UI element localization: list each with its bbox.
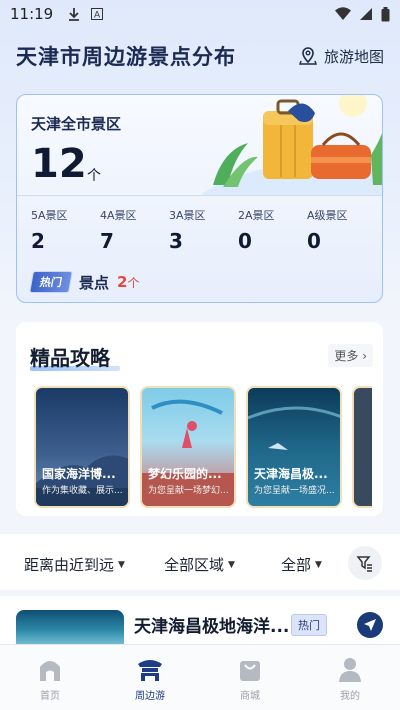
guide-card[interactable]: 天津海昌极... 为您呈献一场盛况... [246, 386, 342, 508]
hot-badge: 热门 [291, 614, 327, 636]
grade-2a[interactable]: 2A景区 0 [238, 207, 307, 253]
download-icon [69, 8, 80, 21]
navigation-arrow-icon [364, 619, 376, 631]
distance-sort-label: 距离由近到远 [24, 556, 115, 574]
home-icon [40, 661, 60, 681]
guide-title: 梦幻乐园的... [148, 467, 222, 481]
tab-home[interactable]: 首页 [0, 645, 100, 710]
grade-value: 0 [238, 229, 252, 253]
wifi-icon [335, 7, 351, 20]
shopping-bag-icon [240, 661, 260, 681]
navigate-button[interactable] [357, 612, 383, 638]
travel-map-link[interactable]: 旅游地图 [298, 46, 384, 67]
tab-label: 周边游 [135, 691, 165, 702]
bottom-tab-bar: 首页 周边游 商城 我的 [0, 644, 400, 710]
grade-3a[interactable]: 3A景区 3 [169, 207, 238, 253]
guide-card[interactable]: 国家海洋博... 作为集收藏、展示... [34, 386, 130, 508]
grade-value: 0 [307, 229, 321, 253]
filter-icon [356, 556, 372, 572]
grade-label: 2A景区 [238, 209, 275, 222]
filter-bar: 距离由近到远 ▼ 全部区域 ▼ 全部 ▼ [0, 534, 400, 590]
grade-label: 4A景区 [100, 209, 137, 222]
grade-value: 2 [31, 229, 45, 253]
hot-spots-row[interactable]: 热门 景点 2 个 [29, 271, 140, 293]
grade-label: A级景区 [307, 209, 348, 222]
grade-a[interactable]: A级景区 0 [307, 207, 376, 253]
tab-label: 我的 [340, 691, 360, 702]
app-notification-icon: A [91, 8, 104, 21]
guide-list: 国家海洋博... 作为集收藏、展示... 梦幻乐园的... 为您呈献一场梦幻..… [34, 386, 372, 508]
hot-badge: 热门 [29, 271, 73, 293]
summary-label: 天津全市景区 [31, 115, 122, 133]
grade-5a[interactable]: 5A景区 2 [31, 207, 100, 253]
guide-subtitle: 为您呈献一场梦幻... [148, 486, 229, 496]
type-label: 全部 [281, 556, 312, 574]
svg-text:A: A [94, 11, 101, 21]
distance-sort-dropdown[interactable]: 距离由近到远 ▼ [24, 554, 125, 575]
guide-subtitle: 作为集收藏、展示... [42, 486, 123, 496]
attraction-list-item[interactable]: 天津海昌极地海洋... 热门 [0, 596, 400, 644]
featured-guides-card: 精品攻略 更多 › 国家海洋博... 作为集收藏、展示... 梦幻乐园的... … [16, 322, 383, 516]
tab-label: 首页 [40, 691, 60, 702]
page-title: 天津市周边游景点分布 [16, 45, 236, 69]
guides-title: 精品攻略 [30, 346, 110, 370]
caret-down-icon: ▼ [118, 559, 125, 570]
more-label: 更多 [334, 349, 359, 363]
scenic-summary-card: 天津全市景区 12 个 5A景区 2 4A景区 7 3A景区 3 2A景区 0 … [16, 94, 383, 303]
region-label: 全部区域 [164, 556, 225, 574]
attraction-title: 天津海昌极地海洋... [134, 617, 290, 637]
person-icon [339, 658, 361, 682]
grade-4a[interactable]: 4A景区 7 [100, 207, 169, 253]
more-guides-button[interactable]: 更多 › [328, 344, 373, 367]
guide-card-partial[interactable] [352, 386, 372, 508]
status-bar: 11:19 A [0, 0, 400, 28]
tab-nearby-travel[interactable]: 周边游 [100, 645, 200, 710]
grade-value: 3 [169, 229, 183, 253]
tab-profile[interactable]: 我的 [300, 645, 400, 710]
luggage-illustration [203, 95, 382, 195]
hot-unit: 个 [127, 275, 140, 290]
guide-title: 天津海昌极... [254, 467, 328, 481]
type-dropdown[interactable]: 全部 ▼ [281, 554, 322, 575]
travel-map-label: 旅游地图 [323, 47, 384, 66]
guide-title: 国家海洋博... [42, 467, 116, 481]
map-pin-icon [299, 47, 317, 65]
status-time: 11:19 [10, 5, 54, 23]
signal-icon [360, 8, 372, 20]
caret-down-icon: ▼ [228, 559, 235, 570]
temple-icon [138, 660, 162, 681]
grade-label: 3A景区 [169, 209, 206, 222]
summary-divider [17, 195, 382, 196]
guide-card[interactable]: 梦幻乐园的... 为您呈献一场梦幻... [140, 386, 236, 508]
battery-icon [381, 6, 390, 21]
tab-mall[interactable]: 商城 [200, 645, 300, 710]
hot-label: 景点 [79, 273, 110, 292]
grade-value: 7 [100, 229, 114, 253]
tab-label: 商城 [240, 691, 260, 702]
hot-count: 2 [117, 273, 128, 291]
caret-down-icon: ▼ [315, 559, 322, 570]
summary-count: 12 [31, 141, 87, 187]
filter-button[interactable] [348, 546, 382, 580]
region-dropdown[interactable]: 全部区域 ▼ [164, 554, 235, 575]
page-header: 天津市周边游景点分布 旅游地图 [0, 36, 400, 76]
grade-stats: 5A景区 2 4A景区 7 3A景区 3 2A景区 0 A级景区 0 [31, 207, 376, 253]
summary-unit: 个 [87, 168, 101, 184]
grade-label: 5A景区 [31, 209, 68, 222]
guide-subtitle: 为您呈献一场盛况... [254, 486, 335, 496]
attraction-thumbnail [16, 610, 124, 644]
chevron-right-icon: › [362, 349, 367, 363]
